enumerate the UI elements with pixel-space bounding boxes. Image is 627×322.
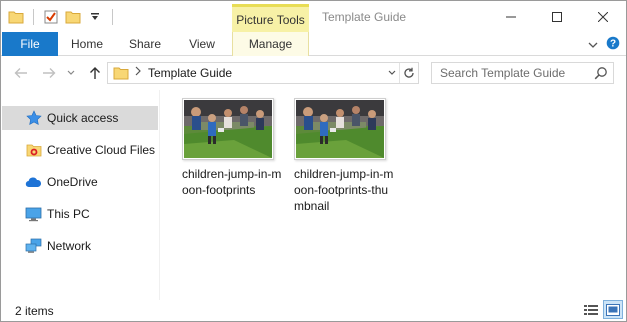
star-icon — [25, 110, 42, 126]
window-controls — [488, 1, 626, 32]
tab-manage[interactable]: Manage — [232, 32, 309, 56]
picture-tools-header: Picture Tools — [232, 4, 309, 32]
nav-item-creative-cloud-files[interactable]: Creative Cloud Files — [2, 138, 158, 162]
navigation-pane: Quick access Creative Cloud Files OneDri… — [1, 90, 160, 300]
forward-arrow-icon — [43, 68, 56, 78]
large-icons-view-icon — [606, 303, 620, 316]
quick-access-toolbar — [7, 7, 117, 27]
breadcrumb-chevron-icon[interactable] — [134, 66, 142, 79]
tab-share[interactable]: Share — [119, 32, 171, 56]
file-list: children-jump-in-moon-footprints childre… — [161, 90, 626, 300]
nav-item-network[interactable]: Network — [2, 234, 158, 258]
recent-locations-button[interactable] — [66, 65, 76, 81]
large-icons-view-button[interactable] — [603, 300, 623, 319]
chevron-down-icon — [67, 70, 75, 75]
chevron-down-icon — [388, 70, 396, 75]
qat-separator — [112, 9, 113, 25]
ribbon-tabs: File Home Share View Manage ? — [1, 32, 626, 56]
monitor-icon — [25, 206, 42, 222]
up-arrow-icon — [90, 67, 100, 79]
refresh-button[interactable] — [399, 63, 418, 83]
search-icon — [594, 66, 608, 83]
window-title: Template Guide — [322, 10, 407, 24]
back-arrow-icon — [14, 68, 27, 78]
creative-cloud-folder-icon — [25, 142, 42, 158]
tab-view[interactable]: View — [177, 32, 227, 56]
nav-label: Quick access — [47, 111, 119, 125]
maximize-icon — [552, 11, 562, 22]
customize-qat-icon[interactable] — [86, 8, 104, 26]
expand-ribbon-icon[interactable] — [588, 38, 598, 52]
address-row: Template Guide Search Template Guide — [1, 57, 626, 90]
title-bar: Picture Tools Template Guide — [1, 1, 626, 32]
nav-label: Creative Cloud Files — [47, 143, 156, 157]
file-name[interactable]: children-jump-in-moon-footprints-thumbna… — [294, 166, 394, 214]
breadcrumb-current-folder[interactable]: Template Guide — [148, 66, 232, 80]
maximize-button[interactable] — [534, 1, 580, 32]
file-name[interactable]: children-jump-in-moon-footprints — [182, 166, 282, 198]
nav-item-quick-access[interactable]: Quick access — [2, 106, 158, 130]
help-icon[interactable]: ? — [606, 36, 620, 53]
nav-label: OneDrive — [47, 175, 98, 189]
nav-label: Network — [47, 239, 92, 253]
close-icon — [598, 11, 608, 22]
svg-text:?: ? — [610, 39, 616, 50]
up-button[interactable] — [87, 65, 103, 81]
tab-file[interactable]: File — [2, 32, 58, 56]
view-switcher — [581, 300, 623, 319]
nav-label: This PC — [47, 207, 90, 221]
nav-item-onedrive[interactable]: OneDrive — [2, 170, 158, 194]
network-icon — [25, 238, 42, 254]
folder-icon — [7, 8, 25, 26]
explorer-window: Picture Tools Template Guide File Home S… — [0, 0, 627, 322]
ribbon-right-controls: ? — [588, 36, 620, 53]
address-bar[interactable]: Template Guide — [107, 62, 419, 84]
image-thumbnail — [182, 98, 274, 160]
minimize-button[interactable] — [488, 1, 534, 32]
tab-home[interactable]: Home — [61, 32, 113, 56]
minimize-icon — [506, 16, 516, 17]
new-folder-icon[interactable] — [64, 8, 82, 26]
search-input[interactable]: Search Template Guide — [440, 66, 565, 80]
image-thumbnail — [294, 98, 386, 160]
address-dropdown-button[interactable] — [385, 65, 399, 81]
back-button[interactable] — [13, 65, 29, 81]
folder-icon — [113, 66, 129, 83]
search-box[interactable]: Search Template Guide — [431, 62, 614, 84]
onedrive-cloud-icon — [25, 174, 42, 190]
details-view-button[interactable] — [581, 300, 601, 319]
refresh-icon — [404, 67, 414, 78]
forward-button[interactable] — [41, 65, 57, 81]
close-button[interactable] — [580, 1, 626, 32]
status-bar: 2 items — [1, 300, 626, 321]
properties-check-icon[interactable] — [42, 8, 60, 26]
nav-item-this-pc[interactable]: This PC — [2, 202, 158, 226]
qat-separator — [33, 9, 34, 25]
details-view-icon — [584, 304, 598, 315]
item-count: 2 items — [15, 304, 54, 318]
